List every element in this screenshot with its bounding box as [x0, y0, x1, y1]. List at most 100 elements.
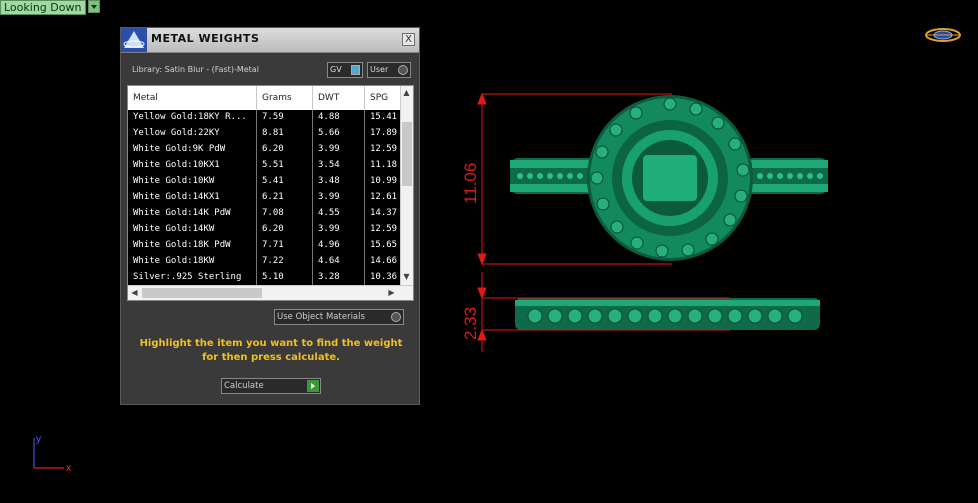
ring-top-view	[510, 95, 828, 261]
ring-side-view	[515, 298, 820, 330]
cell-grams: 8.81	[256, 126, 312, 142]
scroll-up-icon[interactable]: ▲	[401, 88, 412, 97]
scroll-down-icon[interactable]: ▼	[401, 272, 412, 281]
table-row[interactable]: Yellow Gold:18KY R... 7.59 4.88 15.41	[128, 110, 400, 126]
table-row[interactable]: Silver:.925 Sterling 5.10 3.28 10.36	[128, 270, 400, 286]
cell-grams: 7.22	[256, 254, 312, 270]
cell-metal: Silver:.925 Sterling	[133, 272, 242, 282]
table-row[interactable]: White Gold:14KX1 6.21 3.99 12.61	[128, 190, 400, 206]
use-object-materials-toggle[interactable]: Use Object Materials	[274, 309, 404, 325]
metals-table: Metal Grams DWT SPG Yellow Gold:18KY R..…	[127, 85, 414, 301]
cell-grams: 5.51	[256, 158, 312, 174]
cell-dwt: 4.64	[312, 254, 364, 270]
cell-spg: 14.66	[364, 254, 400, 270]
cell-spg: 17.89	[364, 126, 400, 142]
dialog-titlebar[interactable]: METAL WEIGHTS X	[121, 28, 419, 53]
height-dimension-label: 11.06	[461, 163, 480, 204]
vertical-scroll-thumb[interactable]	[402, 122, 412, 186]
instructions-text: Highlight the item you want to find the …	[135, 337, 407, 365]
cell-dwt: 3.48	[312, 174, 364, 190]
axis-y-label: y	[36, 434, 41, 445]
cell-metal: White Gold:14KX1	[133, 192, 220, 202]
cell-metal: White Gold:18KW	[133, 256, 215, 266]
cell-grams: 6.20	[256, 142, 312, 158]
cell-grams: 5.41	[256, 174, 312, 190]
band-dimension-label: 2.33	[461, 307, 480, 340]
cell-dwt: 3.99	[312, 222, 364, 238]
play-arrow-icon	[307, 380, 319, 392]
cell-spg: 14.37	[364, 206, 400, 222]
cell-spg: 12.59	[364, 222, 400, 238]
table-row[interactable]: Yellow Gold:22KY 8.81 5.66 17.89	[128, 126, 400, 142]
cell-metal: Yellow Gold:22KY	[133, 128, 220, 138]
cell-spg: 15.65	[364, 238, 400, 254]
view-navigation-icon[interactable]	[924, 27, 962, 43]
table-row[interactable]: White Gold:14K PdW 7.08 4.55 14.37	[128, 206, 400, 222]
use-object-radio-icon	[391, 312, 401, 322]
viewport-dropdown-button[interactable]	[88, 0, 100, 13]
table-row[interactable]: White Gold:14KW 6.20 3.99 12.59	[128, 222, 400, 238]
cell-metal: White Gold:9K PdW	[133, 144, 226, 154]
ring-viewport: 11.06 2.33	[461, 92, 828, 352]
cell-spg: 10.99	[364, 174, 400, 190]
cell-metal: White Gold:10KW	[133, 176, 215, 186]
cell-spg: 11.18	[364, 158, 400, 174]
cell-dwt: 4.55	[312, 206, 364, 222]
table-header: Metal Grams DWT SPG	[128, 86, 400, 111]
scroll-left-icon[interactable]: ◀	[129, 288, 140, 297]
column-header-metal[interactable]: Metal	[128, 86, 256, 110]
horizontal-scroll-thumb[interactable]	[142, 288, 262, 298]
gv-toggle-button[interactable]: GV	[327, 62, 363, 78]
user-radio-icon	[398, 65, 408, 75]
close-button[interactable]: X	[402, 33, 415, 46]
cell-spg: 12.61	[364, 190, 400, 206]
cell-dwt: 5.66	[312, 126, 364, 142]
user-label: User	[370, 65, 389, 74]
cell-metal: White Gold:18K PdW	[133, 240, 231, 250]
cell-dwt: 3.28	[312, 270, 364, 286]
cell-grams: 5.10	[256, 270, 312, 286]
instructions-line-2: for then press calculate.	[202, 352, 340, 363]
library-label: Library: Satin Blur - (Fast)-Metal	[132, 65, 259, 74]
gv-toggle-icon	[351, 65, 360, 75]
cell-dwt: 4.96	[312, 238, 364, 254]
calculate-label: Calculate	[224, 381, 264, 391]
viewport-label[interactable]: Looking Down	[0, 0, 87, 15]
cell-metal: White Gold:14K PdW	[133, 208, 231, 218]
cell-spg: 12.59	[364, 142, 400, 158]
metal-weights-dialog: METAL WEIGHTS X Library: Satin Blur - (F…	[120, 27, 420, 405]
cell-metal: White Gold:10KX1	[133, 160, 220, 170]
gv-label: GV	[330, 65, 342, 74]
cell-spg: 15.41	[364, 110, 400, 126]
cell-metal: Yellow Gold:18KY R...	[133, 112, 247, 122]
column-header-grams[interactable]: Grams	[256, 86, 312, 110]
cell-dwt: 4.88	[312, 110, 364, 126]
cell-spg: 10.36	[364, 270, 400, 286]
calculate-button[interactable]: Calculate	[221, 378, 321, 394]
cell-grams: 7.08	[256, 206, 312, 222]
column-header-dwt[interactable]: DWT	[312, 86, 364, 110]
cell-grams: 6.21	[256, 190, 312, 206]
dialog-title: METAL WEIGHTS	[151, 32, 260, 45]
cell-metal: White Gold:14KW	[133, 224, 215, 234]
cell-dwt: 3.99	[312, 190, 364, 206]
scroll-right-icon[interactable]: ▶	[386, 288, 397, 297]
table-row[interactable]: White Gold:18K PdW 7.71 4.96 15.65	[128, 238, 400, 254]
table-row[interactable]: White Gold:18KW 7.22 4.64 14.66	[128, 254, 400, 270]
axis-indicator: y x	[33, 434, 71, 474]
cell-grams: 6.20	[256, 222, 312, 238]
app-logo-icon	[121, 28, 147, 52]
vertical-scrollbar[interactable]: ▲ ▼	[400, 86, 413, 286]
use-object-materials-label: Use Object Materials	[277, 312, 365, 322]
instructions-line-1: Highlight the item you want to find the …	[139, 338, 403, 349]
cell-dwt: 3.99	[312, 142, 364, 158]
table-row[interactable]: White Gold:9K PdW 6.20 3.99 12.59	[128, 142, 400, 158]
table-row[interactable]: White Gold:10KW 5.41 3.48 10.99	[128, 174, 400, 190]
horizontal-scrollbar[interactable]: ◀ ▶	[128, 285, 413, 300]
user-toggle-button[interactable]: User	[367, 62, 411, 78]
table-row[interactable]: White Gold:10KX1 5.51 3.54 11.18	[128, 158, 400, 174]
axis-x-label: x	[66, 463, 71, 474]
cell-grams: 7.59	[256, 110, 312, 126]
cell-dwt: 3.54	[312, 158, 364, 174]
column-header-spg[interactable]: SPG	[364, 86, 400, 110]
